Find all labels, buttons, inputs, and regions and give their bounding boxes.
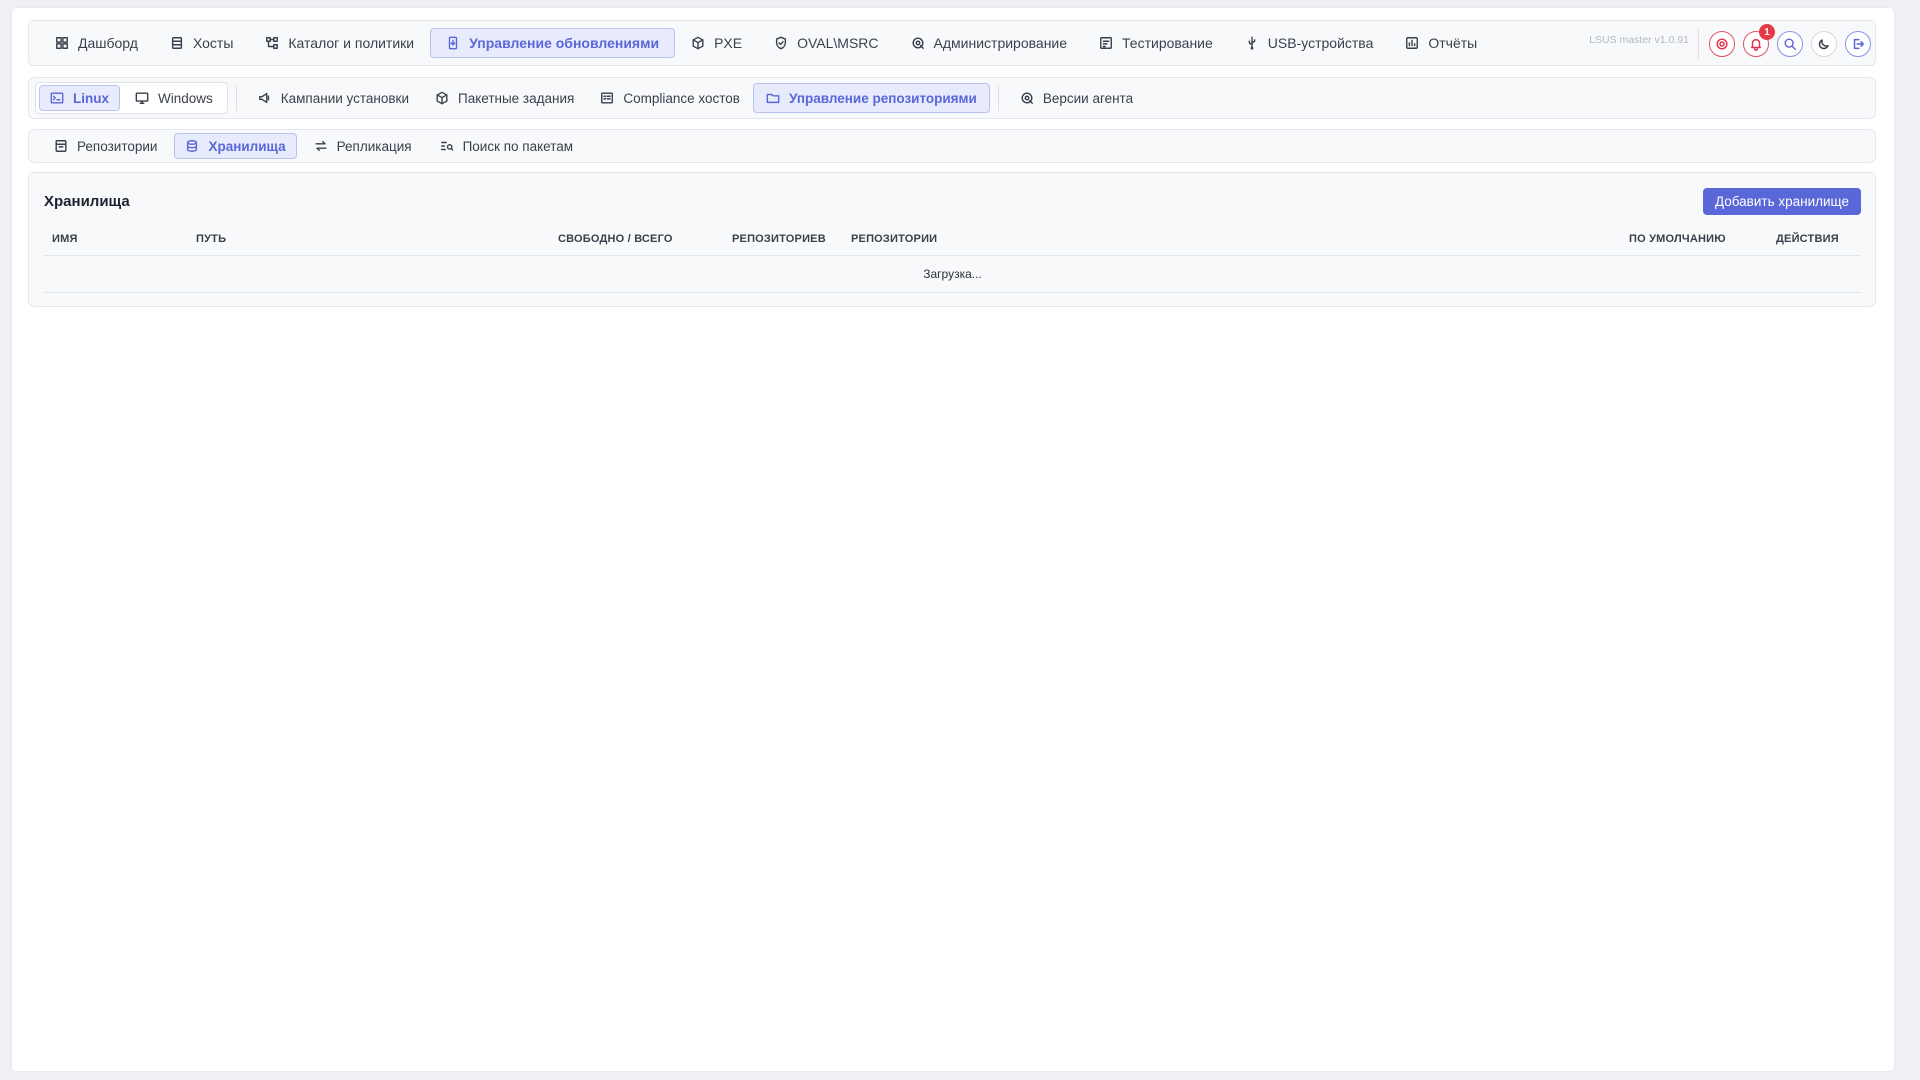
os-switch: Linux Windows: [35, 82, 228, 114]
tab-repositories[interactable]: Репозитории: [43, 133, 168, 159]
storages-panel: Хранилища Добавить хранилище ИМЯ ПУТЬ СВ…: [28, 172, 1876, 307]
tab-replication-label: Репликация: [336, 138, 412, 154]
divider: [997, 85, 999, 111]
divider: [1698, 29, 1699, 59]
agent-icon: [1020, 91, 1034, 105]
os-windows[interactable]: Windows: [124, 85, 224, 111]
compliance-icon: [600, 91, 614, 105]
terminal-icon: [50, 91, 64, 105]
nav-oval-label: OVAL\MSRC: [797, 35, 879, 51]
nav-pxe-label: PXE: [714, 35, 743, 51]
server-icon: [170, 36, 184, 50]
column-repo-count[interactable]: РЕПОЗИТОРИЕВ: [732, 233, 826, 245]
tab-storages-label: Хранилища: [208, 138, 286, 154]
nav-hosts[interactable]: Хосты: [154, 28, 249, 58]
nav-admin[interactable]: Администрирование: [895, 28, 1084, 58]
test-icon: [1099, 36, 1113, 50]
subnav-campaigns[interactable]: Кампании установки: [245, 83, 422, 113]
nav-oval[interactable]: OVAL\MSRC: [758, 28, 894, 58]
logout-button[interactable]: [1845, 31, 1871, 57]
nav-testing-label: Тестирование: [1122, 35, 1213, 51]
moon-icon: [1817, 37, 1831, 51]
search-list-icon: [440, 139, 454, 153]
table-header: ИМЯ ПУТЬ СВОБОДНО / ВСЕГО РЕПОЗИТОРИЕВ Р…: [44, 219, 1861, 256]
loading-text: Загрузка...: [923, 266, 982, 281]
nav-updates-label: Управление обновлениями: [469, 35, 660, 51]
column-actions: ДЕЙСТВИЯ: [1776, 233, 1839, 245]
nav-usb-label: USB-устройства: [1267, 35, 1374, 51]
app-version: LSUS master v1.0.91: [1589, 34, 1689, 46]
database-icon: [185, 139, 199, 153]
folder-icon: [766, 91, 780, 105]
sub-nav: Linux Windows Кампании установки Пакетны…: [28, 77, 1876, 119]
subnav-batch-jobs[interactable]: Пакетные задания: [422, 83, 587, 113]
nav-reports[interactable]: Отчёты: [1389, 28, 1493, 58]
nav-catalog-label: Каталог и политики: [288, 35, 415, 51]
subnav-batch-jobs-label: Пакетные задания: [458, 90, 575, 106]
add-storage-button[interactable]: Добавить хранилище: [1702, 188, 1861, 215]
help-button[interactable]: [1709, 31, 1735, 57]
tab-replication[interactable]: Репликация: [303, 133, 423, 159]
subnav-compliance-label: Compliance хостов: [623, 90, 740, 106]
os-linux-label: Linux: [73, 90, 109, 106]
nav-testing[interactable]: Тестирование: [1083, 28, 1229, 58]
column-path[interactable]: ПУТЬ: [196, 233, 226, 245]
subnav-repo-management[interactable]: Управление репозиториями: [752, 83, 990, 113]
nav-pxe[interactable]: PXE: [675, 28, 758, 58]
nav-updates[interactable]: Управление обновлениями: [430, 28, 676, 58]
column-repositories[interactable]: РЕПОЗИТОРИИ: [851, 233, 937, 245]
panel-title: Хранилища: [44, 193, 130, 210]
replicate-icon: [314, 139, 328, 153]
search-button[interactable]: [1777, 31, 1803, 57]
nav-dashboard[interactable]: Дашборд: [39, 28, 154, 58]
subnav-repo-management-label: Управление репозиториями: [788, 90, 977, 106]
cube-icon: [691, 36, 705, 50]
subnav-agent-versions-label: Версии агента: [1042, 90, 1134, 106]
theme-toggle-button[interactable]: [1811, 31, 1837, 57]
bell-icon: [1749, 37, 1763, 51]
os-windows-label: Windows: [158, 90, 213, 106]
lifebuoy-icon: [1715, 37, 1729, 51]
notification-badge: 1: [1759, 24, 1775, 40]
divider: [235, 85, 237, 111]
nav-catalog[interactable]: Каталог и политики: [249, 28, 430, 58]
notifications-button[interactable]: 1: [1743, 24, 1775, 57]
column-default[interactable]: ПО УМОЛЧАНИЮ: [1629, 233, 1726, 245]
nav-admin-label: Администрирование: [933, 35, 1068, 51]
nav-reports-label: Отчёты: [1428, 35, 1478, 51]
tab-package-search-label: Поиск по пакетам: [462, 138, 574, 154]
loading-row: Загрузка...: [44, 255, 1861, 293]
hierarchy-icon: [265, 36, 279, 50]
nav-usb[interactable]: USB-устройства: [1229, 28, 1390, 58]
megaphone-icon: [258, 91, 272, 105]
nav-hosts-label: Хосты: [192, 35, 234, 51]
archive-icon: [54, 139, 68, 153]
shield-icon: [774, 36, 788, 50]
nav-dashboard-label: Дашборд: [78, 35, 138, 51]
tab-repositories-label: Репозитории: [77, 138, 158, 154]
tab-storages[interactable]: Хранилища: [174, 133, 297, 159]
usb-icon: [1245, 36, 1259, 50]
logout-icon: [1851, 37, 1865, 51]
grid-icon: [55, 36, 69, 50]
header-actions: 1: [1698, 24, 1871, 59]
top-nav: Дашборд Хосты Каталог и политики Управле…: [28, 20, 1876, 66]
monitor-icon: [135, 91, 149, 105]
package-icon: [435, 91, 449, 105]
report-icon: [1405, 36, 1419, 50]
tab-nav: Репозитории Хранилища Репликация Поиск п…: [28, 129, 1876, 163]
search-icon: [1783, 37, 1797, 51]
update-icon: [446, 36, 460, 50]
column-free-total[interactable]: СВОБОДНО / ВСЕГО: [558, 233, 673, 245]
column-name[interactable]: ИМЯ: [52, 233, 78, 245]
admin-gear-icon: [911, 36, 925, 50]
subnav-agent-versions[interactable]: Версии агента: [1007, 83, 1146, 113]
subnav-compliance[interactable]: Compliance хостов: [587, 83, 753, 113]
app-window: Дашборд Хосты Каталог и политики Управле…: [12, 8, 1894, 1071]
subnav-campaigns-label: Кампании установки: [280, 90, 409, 106]
tab-package-search[interactable]: Поиск по пакетам: [429, 133, 585, 159]
os-linux[interactable]: Linux: [39, 85, 120, 111]
